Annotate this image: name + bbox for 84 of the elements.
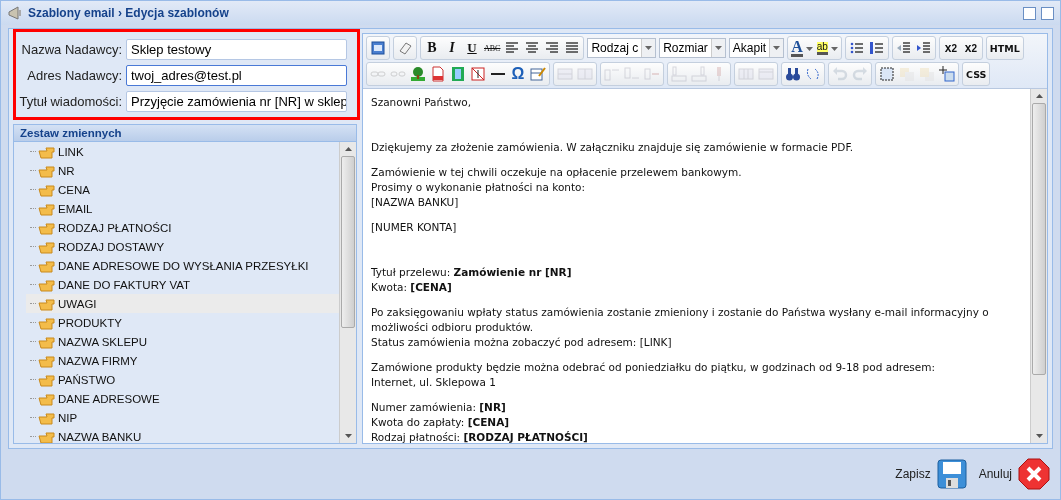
panel-header: Zestaw zmiennych (13, 124, 357, 142)
pdf-icon (430, 66, 446, 82)
table-icon (758, 66, 774, 82)
caret-icon (805, 46, 813, 51)
replace-icon (805, 66, 821, 82)
email-body[interactable]: Szanowni Państwo, Dziękujemy za złożenie zamówienia. W załączniku znajduje się zamówienie w formacie PDF. Zamówienie w tej chwili oczekuje na opłacenie przelewem bankowym. Prosimy o wykonanie płatności na konto: [NAZWA BANKU] [NUMER KONTA] Tytuł przelewu: Zamówienie nr [NR] Kwota: [CENA] Po zaksięgowaniu wpłaty status zamówienia zostanie zmieniony i zostanie do Państwa wysłany e-mail informacyjny o możliwości odbioru produktów. Status zamówienia można zobaczyć pod adresem: [LINK] Zamówione produkty będzie można odebrać od poniedziałku do piątku, w godzinach od 9-18 pod adresem: Internet, ul. Sklepowa 1 Numer zamówienia: [NR] Kwota do zapłaty: [CENA] Rodzaj płatności: [RODZAJ PŁATNOŚCI] (363, 89, 1030, 443)
variable-item[interactable]: RODZAJ PŁATNOŚCI (26, 218, 339, 237)
field-label: Nazwa Nadawcy: (20, 42, 122, 57)
variable-item[interactable]: CENA (26, 180, 339, 199)
layers-icon (899, 66, 915, 82)
restore-button[interactable] (1023, 6, 1036, 20)
caret-icon (645, 46, 653, 50)
film-icon (450, 66, 466, 82)
table-icon (557, 66, 573, 82)
megaphone-icon (7, 6, 23, 20)
close-button[interactable] (1041, 6, 1054, 20)
variable-item[interactable]: PAŃSTWO (26, 370, 339, 389)
variable-item[interactable]: PRODUKTY (26, 313, 339, 332)
window-title: Szablony email › Edycja szablonów (28, 6, 230, 20)
scrollbar[interactable] (339, 142, 356, 443)
source-button[interactable]: HTML (987, 38, 1022, 58)
row-insert-icon (604, 66, 620, 82)
horizontal-rule-icon (491, 73, 505, 75)
column-insert-icon (671, 66, 687, 82)
underline-button[interactable]: U (462, 38, 482, 58)
justify-icon (564, 40, 581, 56)
redo-icon (852, 66, 868, 82)
no-break-icon (470, 66, 486, 82)
save-button[interactable]: Zapisz (895, 459, 967, 489)
scroll-down-icon[interactable] (1035, 434, 1043, 438)
selection-box-icon (879, 66, 895, 82)
table-icon (738, 66, 754, 82)
scrollbar[interactable] (1030, 89, 1047, 443)
dropdown[interactable]: Akapit (728, 38, 785, 58)
binoculars-icon (785, 66, 801, 82)
column-insert-icon (691, 66, 707, 82)
scroll-up-icon[interactable] (344, 147, 352, 151)
variable-item[interactable]: NR (26, 161, 339, 180)
field-label: Tytuł wiadomości: (18, 94, 122, 109)
undo-icon (832, 66, 848, 82)
variable-item[interactable]: DANE ADRESOWE (26, 389, 339, 408)
cancel-button[interactable]: Anuluj (978, 458, 1050, 490)
scroll-up-icon[interactable] (1035, 94, 1043, 98)
variable-item[interactable]: NAZWA BANKU (26, 427, 339, 443)
variable-item[interactable]: NAZWA FIRMY (26, 351, 339, 370)
text-color-button[interactable]: A (789, 38, 815, 58)
bullet-list-icon (848, 40, 865, 56)
variable-item[interactable]: DANE DO FAKTURY VAT (26, 275, 339, 294)
add-layer-icon (939, 66, 955, 82)
variable-item[interactable]: UWAGI (26, 294, 339, 313)
dropdown[interactable]: Rozmiar (659, 38, 726, 58)
align-center-icon (524, 40, 541, 56)
numbered-list-icon (868, 40, 885, 56)
dropdown[interactable]: Rodzaj c (587, 38, 657, 58)
text-field[interactable]: twoj_adres@test.pl (126, 65, 347, 86)
align-right-icon (544, 40, 561, 56)
row-delete-icon (644, 66, 660, 82)
variable-item[interactable]: NIP (26, 408, 339, 427)
source-button[interactable]: CSS (964, 64, 989, 84)
tree-picture-icon (410, 66, 426, 82)
align-left-icon (504, 40, 521, 56)
scroll-down-icon[interactable] (344, 434, 352, 438)
variable-item[interactable]: DANE ADRESOWE DO WYSŁANIA PRZESYŁKI (26, 256, 339, 275)
bold-button[interactable]: B (422, 38, 442, 58)
caret-icon (773, 46, 781, 50)
italic-button[interactable]: I (442, 38, 462, 58)
variable-item[interactable]: NAZWA SKLEPU (26, 332, 339, 351)
caret-icon (714, 46, 722, 50)
table-pencil-icon (530, 66, 546, 82)
highlight-button[interactable]: ab (814, 38, 840, 58)
field-label: Adres Nadawcy: (26, 68, 122, 83)
caret-icon (830, 46, 838, 51)
close-icon (1018, 458, 1050, 490)
strike-button[interactable]: ABC (482, 38, 503, 58)
outdent-icon (895, 40, 912, 56)
variable-item[interactable]: RODZAJ DOSTAWY (26, 237, 339, 256)
layers-icon (919, 66, 935, 82)
special-character-button[interactable]: Ω (508, 64, 528, 84)
row-insert-icon (624, 66, 640, 82)
variable-item[interactable]: EMAIL (26, 199, 339, 218)
table-icon (577, 66, 593, 82)
text-field[interactable]: Sklep testowy (126, 39, 347, 60)
indent-icon (915, 40, 932, 56)
variable-item[interactable]: LINK (26, 142, 339, 161)
